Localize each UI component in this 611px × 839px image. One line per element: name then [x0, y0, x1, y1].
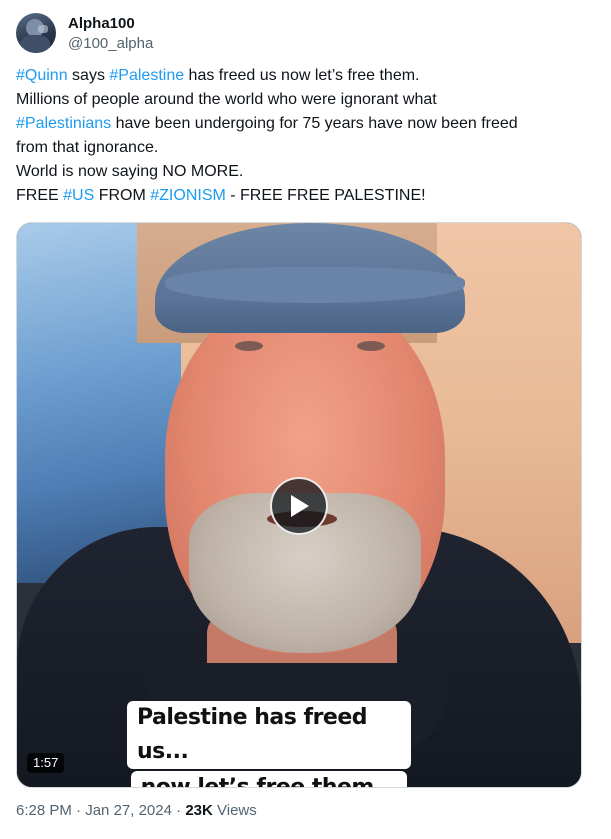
tweet-line: #Palestinians have been undergoing for 7… [16, 112, 591, 136]
tweet-line: World is now saying NO MORE. [16, 160, 591, 184]
video-eye-left [235, 341, 263, 351]
meta-separator: · [171, 802, 186, 819]
tweet-text-segment: - FREE FREE PALESTINE! [225, 187, 426, 204]
tweet-text-segment: says [67, 67, 110, 84]
hashtag-link[interactable]: #Palestinians [16, 115, 111, 132]
play-icon [291, 495, 309, 517]
video-caption-line-2: now let’s free them... [130, 771, 408, 787]
tweet-line: FREE #US FROM #ZIONISM - FREE FREE PALES… [16, 184, 591, 208]
video-eye-right [357, 341, 385, 351]
author-handle[interactable]: @100_alpha [68, 34, 153, 53]
views-count[interactable]: 23K [185, 802, 213, 819]
author-avatar[interactable] [16, 13, 56, 53]
hashtag-link[interactable]: #Palestine [109, 67, 184, 84]
meta-separator: · [71, 802, 86, 819]
tweet-text-segment: from that ignorance. [16, 139, 159, 156]
tweet-time[interactable]: 6:28 PM [16, 802, 72, 819]
tweet-text-segment: FROM [94, 187, 151, 204]
tweet-line: #Quinn says #Palestine has freed us now … [16, 64, 591, 88]
tweet-meta: 6:28 PM · Jan 27, 2024 · 23K Views [16, 801, 257, 821]
author-names: Alpha100 @100_alpha [68, 14, 153, 53]
video-player[interactable]: Palestine has freed us... now let’s free… [16, 222, 582, 788]
tweet-text-segment: FREE [16, 187, 64, 204]
video-caption: Palestine has freed us... now let’s free… [127, 701, 411, 787]
tweet-line: from that ignorance. [16, 136, 591, 160]
tweet-text-segment: World is now saying NO MORE. [16, 163, 244, 180]
hashtag-link[interactable]: #Quinn [16, 67, 68, 84]
tweet-text-segment: has freed us now let’s free them. [184, 67, 420, 84]
hashtag-link[interactable]: #ZIONISM [150, 187, 226, 204]
video-caption-line-1: Palestine has freed us... [127, 701, 411, 769]
video-duration: 1:57 [27, 753, 65, 773]
tweet-text-segment: Millions of people around the world who … [16, 91, 437, 108]
play-button[interactable] [270, 477, 328, 535]
hashtag-link[interactable]: #US [63, 187, 94, 204]
views-label: Views [212, 802, 257, 819]
author-display-name[interactable]: Alpha100 [68, 14, 153, 33]
tweet-line: Millions of people around the world who … [16, 88, 591, 112]
tweet-date[interactable]: Jan 27, 2024 [85, 802, 172, 819]
tweet-header: Alpha100 @100_alpha [16, 12, 153, 54]
tweet-text: #Quinn says #Palestine has freed us now … [16, 64, 591, 208]
video-cap-brim [165, 267, 465, 303]
tweet-text-segment: have been undergoing for 75 years have n… [111, 115, 518, 132]
